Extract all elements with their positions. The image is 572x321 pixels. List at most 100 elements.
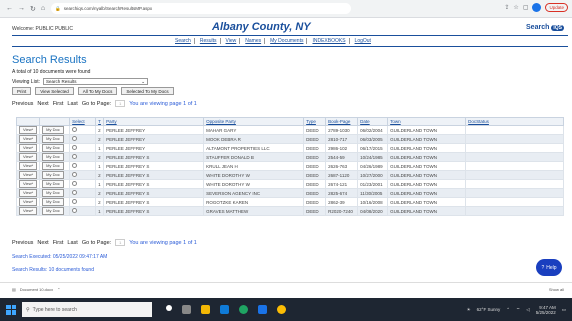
pager-first[interactable]: First xyxy=(53,240,64,246)
view-button[interactable]: View* xyxy=(19,189,38,197)
col-party[interactable]: Party xyxy=(103,117,205,126)
action-buttons: Print View Selected All To My Docs Selec… xyxy=(12,87,174,95)
select-radio[interactable] xyxy=(72,163,78,168)
selected-to-my-docs-button[interactable]: Selected To My Docs xyxy=(121,87,174,95)
col-select[interactable]: Select xyxy=(69,117,97,126)
view-button[interactable]: View* xyxy=(19,162,38,170)
extension-icon[interactable]: ▢ xyxy=(523,4,529,11)
cell-index: 2 xyxy=(95,134,105,144)
col-type-index[interactable]: T xyxy=(95,117,105,126)
chrome-icon[interactable] xyxy=(277,305,286,314)
cell-book-page: 2626-763 xyxy=(325,161,359,171)
menu-view[interactable]: View xyxy=(223,38,241,44)
county-title: Albany County, NY xyxy=(212,21,311,33)
weather-text[interactable]: 62°F Sunny xyxy=(477,307,501,312)
download-item[interactable]: Document 10.docx xyxy=(20,287,53,292)
viewing-list-select[interactable]: Search Results ⌄ xyxy=(42,78,148,85)
cell-book-page: 2986-102 xyxy=(325,143,359,153)
select-radio[interactable] xyxy=(72,136,78,141)
home-icon[interactable]: ⌂ xyxy=(41,5,45,13)
forward-icon[interactable]: → xyxy=(18,5,25,13)
all-to-my-docs-button[interactable]: All To My Docs xyxy=(77,87,118,95)
pager-last[interactable]: Last xyxy=(67,101,77,107)
select-radio[interactable] xyxy=(72,154,78,159)
page-select[interactable]: 1 xyxy=(115,100,126,107)
cell-book-page: 2674-121 xyxy=(325,179,359,189)
pager-first[interactable]: First xyxy=(53,101,64,107)
my-doc-button[interactable]: My Doc xyxy=(42,207,64,215)
view-selected-button[interactable]: View Selected xyxy=(35,87,74,95)
taskbar-clock[interactable]: 9:47 AM 5/25/2022 xyxy=(536,305,556,315)
select-radio[interactable] xyxy=(72,172,78,177)
task-view-icon[interactable] xyxy=(166,305,172,311)
reload-icon[interactable]: ↻ xyxy=(30,5,36,13)
my-doc-button[interactable]: My Doc xyxy=(42,180,64,188)
view-button[interactable]: View* xyxy=(19,126,38,134)
update-button[interactable]: Update xyxy=(545,3,568,12)
menu-indexbooks[interactable]: INDEXBOOKS xyxy=(309,38,350,44)
col-opposite-party[interactable]: Opposite Party xyxy=(203,117,305,126)
edge-icon[interactable] xyxy=(239,305,248,314)
back-icon[interactable]: ← xyxy=(6,5,13,13)
select-radio[interactable] xyxy=(72,181,78,186)
share-icon[interactable]: ⇪ xyxy=(504,4,509,11)
pager-previous[interactable]: Previous xyxy=(12,240,33,246)
col-book-page[interactable]: Book-Page xyxy=(325,117,359,126)
help-button[interactable]: ? Help xyxy=(536,259,562,276)
select-radio[interactable] xyxy=(72,127,78,132)
address-bar[interactable]: 🔒 searchiqs.com/nyalb/SearchResultsMP.as… xyxy=(51,3,352,14)
cell-opposite-party: MOOK DEBRA R xyxy=(203,134,305,144)
view-button[interactable]: View* xyxy=(19,207,38,215)
profile-avatar[interactable] xyxy=(532,3,542,12)
col-docstatus[interactable]: DocStatus xyxy=(465,117,564,126)
my-doc-button[interactable]: My Doc xyxy=(42,135,64,143)
print-button[interactable]: Print xyxy=(12,87,32,95)
show-all-button[interactable]: Show all xyxy=(549,287,564,292)
view-button[interactable]: View* xyxy=(19,153,38,161)
my-doc-button[interactable]: My Doc xyxy=(42,171,64,179)
taskbar-search-input[interactable]: ⚲ Type here to search xyxy=(22,302,152,317)
view-button[interactable]: View* xyxy=(19,198,38,206)
notification-icon[interactable]: ▭ xyxy=(562,307,566,313)
col-town[interactable]: Town xyxy=(387,117,467,126)
network-icon[interactable]: ⌔ xyxy=(516,307,520,313)
page-select[interactable]: 1 xyxy=(115,239,126,246)
my-doc-button[interactable]: My Doc xyxy=(42,189,64,197)
col-date[interactable]: Date xyxy=(357,117,389,126)
my-doc-button[interactable]: My Doc xyxy=(42,144,64,152)
view-button[interactable]: View* xyxy=(19,180,38,188)
view-button[interactable]: View* xyxy=(19,171,38,179)
viewing-list-label: Viewing List: xyxy=(12,78,40,85)
select-radio[interactable] xyxy=(72,190,78,195)
menu-names[interactable]: Names xyxy=(242,38,266,44)
my-doc-button[interactable]: My Doc xyxy=(42,126,64,134)
my-doc-button[interactable]: My Doc xyxy=(42,162,64,170)
my-doc-button[interactable]: My Doc xyxy=(42,198,64,206)
menu-results[interactable]: Results xyxy=(197,38,221,44)
cell-mydoc: My Doc xyxy=(39,143,71,153)
volume-icon[interactable]: ◁ xyxy=(526,307,529,313)
mail-icon[interactable] xyxy=(258,305,267,314)
cell-type: DEED xyxy=(303,125,327,135)
menu-search[interactable]: Search xyxy=(172,38,195,44)
select-radio[interactable] xyxy=(72,208,78,213)
tray-chevron-icon[interactable]: ⌃ xyxy=(506,307,510,313)
view-button[interactable]: View* xyxy=(19,144,38,152)
file-explorer-icon[interactable] xyxy=(201,305,210,314)
my-doc-button[interactable]: My Doc xyxy=(42,153,64,161)
menu-my-documents[interactable]: My Documents xyxy=(267,38,308,44)
menu-logout[interactable]: LogOut xyxy=(352,38,374,44)
view-button[interactable]: View* xyxy=(19,135,38,143)
widgets-icon[interactable] xyxy=(182,305,191,314)
star-icon[interactable]: ☆ xyxy=(513,4,518,11)
pager-last[interactable]: Last xyxy=(67,240,77,246)
select-radio[interactable] xyxy=(72,145,78,150)
pager-previous[interactable]: Previous xyxy=(12,101,33,107)
pager-next[interactable]: Next xyxy=(37,101,48,107)
windows-start-icon[interactable] xyxy=(6,304,16,315)
chevron-up-icon[interactable]: ⌃ xyxy=(57,287,60,292)
pager-next[interactable]: Next xyxy=(37,240,48,246)
col-type[interactable]: Type xyxy=(303,117,327,126)
select-radio[interactable] xyxy=(72,199,78,204)
store-icon[interactable] xyxy=(220,305,229,314)
